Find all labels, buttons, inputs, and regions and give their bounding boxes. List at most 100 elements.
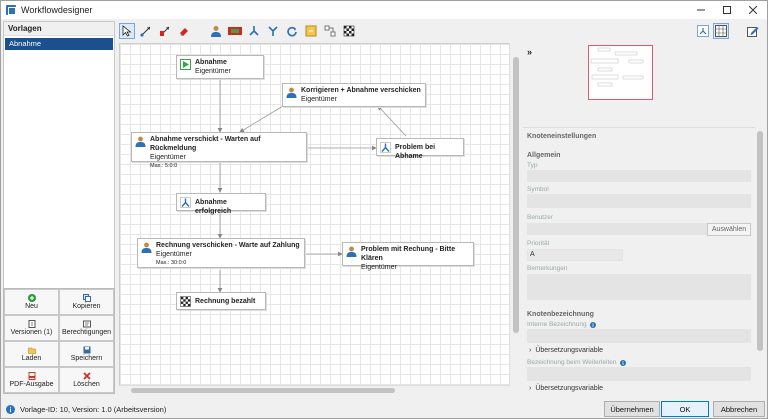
pdf-export-button[interactable]: PDF-Ausgabe — [4, 367, 59, 393]
node-title: Abnahme verschickt - Warten auf Rückmeld… — [150, 136, 261, 152]
node-subtitle: Eigentümer — [301, 96, 337, 103]
workflow-node-success[interactable]: Abnahme erfolgreich — [176, 193, 266, 215]
add-parallel-node-button[interactable] — [322, 23, 338, 39]
user-icon — [346, 246, 357, 257]
internal-name-field[interactable] — [527, 329, 751, 343]
close-window-button[interactable] — [739, 1, 767, 19]
canvas-horizontal-scrollbar[interactable] — [119, 385, 509, 395]
add-end-node-button[interactable] — [341, 23, 357, 39]
info-icon — [589, 321, 596, 328]
workflow-node-waiting[interactable]: Abnahme verschickt - Warten auf Rückmeld… — [131, 132, 307, 169]
add-merge-node-button[interactable] — [265, 23, 281, 39]
save-icon — [83, 346, 90, 354]
versions-button-label: Versionen (1) — [10, 329, 53, 336]
priority-field[interactable]: A — [527, 249, 623, 261]
forward-name-field[interactable] — [527, 367, 751, 381]
new-button[interactable]: Neu — [4, 289, 59, 315]
templates-header: Vorlagen — [4, 22, 114, 36]
delete-button-label: Löschen — [73, 381, 100, 388]
chevron-right-icon: › — [529, 347, 532, 354]
naming-section-title: Knotenbezeichnung — [527, 311, 594, 318]
translation-variable-toggle-2[interactable]: › Übersetzungsvariable — [529, 385, 603, 392]
remarks-label: Bemerkungen — [527, 265, 568, 272]
translation-variable-label-2: Übersetzungsvariable — [535, 385, 604, 392]
load-button-label: Laden — [21, 355, 42, 362]
node-title: Problem bei Abhame — [395, 144, 436, 160]
select-tool-button[interactable] — [119, 23, 135, 39]
type-field[interactable] — [527, 170, 751, 182]
copy-button[interactable]: Kopieren — [59, 289, 114, 315]
workflow-node-start[interactable]: Abnahme Eigentümer — [176, 55, 264, 79]
ok-button[interactable]: OK — [661, 401, 709, 417]
workflow-canvas[interactable]: Abnahme Eigentümer Korrigieren + Abnahme… — [119, 43, 521, 387]
template-action-buttons: Neu Kopieren Versionen (1) Berechtigunge… — [3, 288, 115, 394]
window-title: Workflowdesigner — [21, 5, 93, 15]
workflow-node-invoice-problem[interactable]: Problem mit Rechung - Bitte Klären Eigen… — [342, 242, 474, 271]
node-meta: Max.: 30:0:0 — [156, 260, 187, 266]
overview-toggle-button[interactable] — [695, 23, 711, 39]
connect-tool-button[interactable] — [138, 23, 154, 39]
grid-toggle-button[interactable] — [713, 23, 729, 39]
merge-icon — [268, 26, 278, 36]
edit-properties-button[interactable] — [745, 23, 761, 39]
info-icon — [6, 404, 15, 414]
symbol-field[interactable] — [527, 194, 751, 208]
template-item-abnahme[interactable]: Abnahme — [5, 38, 113, 50]
remarks-field[interactable] — [527, 274, 751, 300]
save-button[interactable]: Speichern — [59, 341, 114, 367]
expand-panel-button[interactable]: » — [527, 47, 532, 57]
checkered-flag-icon — [343, 25, 355, 37]
parallel-icon — [324, 25, 336, 37]
panel-scroll-thumb[interactable] — [757, 131, 763, 351]
panel-scrollbar[interactable] — [755, 127, 765, 393]
folder-icon — [27, 347, 36, 354]
add-subprocess-node-button[interactable] — [303, 23, 319, 39]
add-decision-node-button[interactable] — [227, 23, 243, 39]
node-settings-panel: » Knoteneinstellungen Allgemein Typ Symb… — [523, 21, 767, 397]
node-title: Problem mit Rechung - Bitte Klären — [361, 246, 456, 262]
add-split-node-button[interactable] — [246, 23, 262, 39]
network-icon — [697, 25, 709, 37]
new-button-label: Neu — [25, 303, 38, 310]
maximize-button[interactable] — [713, 1, 741, 19]
node-title: Abnahme erfolgreich — [195, 199, 232, 215]
minimize-button[interactable] — [687, 1, 715, 19]
add-user-node-button[interactable] — [208, 23, 224, 39]
conditional-connect-button[interactable] — [157, 23, 173, 39]
forward-name-label-row: Bezeichnung beim Weiterleiten — [527, 359, 626, 366]
versions-button[interactable]: Versionen (1) — [4, 315, 59, 341]
versions-icon — [28, 320, 35, 328]
minimap-preview — [590, 47, 644, 87]
apply-button[interactable]: Übernehmen — [604, 401, 660, 417]
close-icon — [749, 6, 757, 14]
add-loop-node-button[interactable] — [284, 23, 300, 39]
canvas-vertical-scrollbar[interactable] — [509, 43, 521, 387]
user-icon — [286, 87, 297, 98]
horizontal-scroll-thumb[interactable] — [131, 388, 395, 393]
permissions-button[interactable]: Berechtigungen — [59, 315, 114, 341]
designer-toolbar — [119, 21, 519, 41]
internal-name-label-row: Interne Bezeichnung — [527, 321, 596, 328]
delete-button[interactable]: Löschen — [59, 367, 114, 393]
plus-circle-icon — [27, 294, 36, 302]
translation-variable-toggle-1[interactable]: › Übersetzungsvariable — [529, 347, 603, 354]
workflow-node-problem[interactable]: Problem bei Abhame — [376, 138, 464, 160]
workflow-node-invoice[interactable]: Rechnung verschicken - Warte auf Zahlung… — [137, 238, 305, 268]
load-button[interactable]: Laden — [4, 341, 59, 367]
select-user-button[interactable]: Auswählen — [707, 223, 751, 236]
node-subtitle: Eigentümer — [361, 264, 397, 271]
cancel-button[interactable]: Abbrechen — [713, 401, 765, 417]
decision-icon — [228, 27, 242, 35]
translation-variable-label-1: Übersetzungsvariable — [535, 347, 604, 354]
workflow-node-correct[interactable]: Korrigieren + Abnahme verschicken Eigent… — [282, 83, 426, 107]
workflow-node-paid[interactable]: Rechnung bezahlt — [176, 292, 266, 310]
canvas-minimap[interactable] — [588, 45, 653, 100]
loop-icon — [287, 26, 297, 37]
vertical-scroll-thumb[interactable] — [513, 57, 519, 333]
copy-button-label: Kopieren — [72, 303, 101, 310]
eraser-tool-button[interactable] — [176, 23, 192, 39]
node-meta: Max.: 5:0:0 — [150, 163, 178, 169]
user-icon — [135, 136, 146, 147]
save-button-label: Speichern — [70, 355, 103, 362]
user-field[interactable] — [527, 223, 707, 235]
